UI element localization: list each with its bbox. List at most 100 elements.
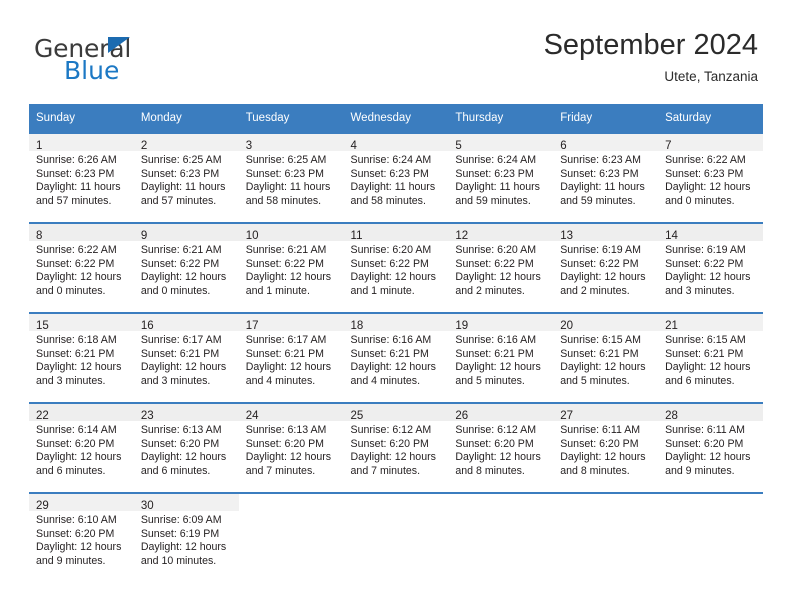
calendar-day-cell[interactable]: 14 Sunrise: 6:19 AM Sunset: 6:22 PM Dayligh… xyxy=(658,222,763,313)
calendar-day-cell[interactable]: 8 Sunrise: 6:22 AM Sunset: 6:22 PM Daylight… xyxy=(29,222,134,313)
calendar-day-cell[interactable]: 4 Sunrise: 6:24 AM Sunset: 6:23 PM Daylight… xyxy=(343,132,449,223)
day-details: Sunrise: 6:26 AM Sunset: 6:23 PM Daylight:… xyxy=(29,151,134,208)
sunset-time: Sunset: 6:20 PM xyxy=(560,437,639,450)
day-cell-body: 4 Sunrise: 6:24 AM Sunset: 6:23 PM Daylight… xyxy=(343,135,449,222)
calendar-day-cell[interactable]: 5 Sunrise: 6:24 AM Sunset: 6:23 PM Daylight… xyxy=(448,132,554,223)
sunset-time: Sunset: 6:23 PM xyxy=(665,167,744,180)
day-details: Sunrise: 6:13 AM Sunset: 6:20 PM Daylight:… xyxy=(239,421,344,478)
sunrise-time: Sunrise: 6:12 AM xyxy=(350,424,432,436)
daylight-duration-line2: and 5 minutes. xyxy=(560,374,630,387)
day-number: 7 xyxy=(665,140,672,152)
daylight-duration-line1: Daylight: 11 hours xyxy=(140,181,226,194)
daylight-duration-line1: Daylight: 12 hours xyxy=(245,271,332,284)
day-cell-body: 22 Sunrise: 6:14 AM Sunset: 6:20 PM Dayligh… xyxy=(29,405,134,492)
calendar-day-cell[interactable]: 18 Sunrise: 6:16 AM Sunset: 6:21 PM Dayligh… xyxy=(343,312,449,403)
day-cell-body: 14 Sunrise: 6:19 AM Sunset: 6:22 PM Dayligh… xyxy=(658,225,763,312)
sunset-time: Sunset: 6:20 PM xyxy=(36,437,115,450)
daylight-duration-line1: Daylight: 12 hours xyxy=(245,361,332,374)
day-number: 11 xyxy=(350,230,363,242)
daylight-duration-line1: Daylight: 12 hours xyxy=(455,361,541,374)
daylight-duration-line2: and 0 minutes. xyxy=(665,194,735,207)
calendar-day-cell[interactable]: 24 Sunrise: 6:13 AM Sunset: 6:20 PM Dayligh… xyxy=(238,402,344,493)
sunrise-time: Sunrise: 6:19 AM xyxy=(665,244,746,256)
daylight-duration-line1: Daylight: 12 hours xyxy=(140,541,227,554)
day-number: 2 xyxy=(140,140,148,152)
sunset-time: Sunset: 6:21 PM xyxy=(560,347,639,360)
calendar-day-cell[interactable]: 1 Sunrise: 6:26 AM Sunset: 6:23 PM Daylight… xyxy=(29,132,134,223)
sunset-time: Sunset: 6:21 PM xyxy=(140,347,220,360)
sunset-time: Sunset: 6:21 PM xyxy=(350,347,429,360)
calendar-day-cell[interactable]: 11 Sunrise: 6:20 AM Sunset: 6:22 PM Dayligh… xyxy=(343,222,449,313)
day-details: Sunrise: 6:19 AM Sunset: 6:22 PM Daylight:… xyxy=(658,241,763,298)
calendar-day-cell[interactable]: 23 Sunrise: 6:13 AM Sunset: 6:20 PM Dayligh… xyxy=(133,402,239,493)
day-details: Sunrise: 6:25 AM Sunset: 6:23 PM Daylight:… xyxy=(134,151,239,208)
day-cell-body: 6 Sunrise: 6:23 AM Sunset: 6:23 PM Daylight… xyxy=(553,135,659,222)
day-details: Sunrise: 6:17 AM Sunset: 6:21 PM Daylight:… xyxy=(239,331,344,388)
calendar-day-cell[interactable]: 6 Sunrise: 6:23 AM Sunset: 6:23 PM Daylight… xyxy=(553,132,659,223)
day-number-strip: 23 xyxy=(133,405,239,422)
calendar-day-cell[interactable]: 22 Sunrise: 6:14 AM Sunset: 6:20 PM Dayligh… xyxy=(29,402,134,493)
day-details: Sunrise: 6:20 AM Sunset: 6:22 PM Daylight:… xyxy=(448,241,553,298)
daylight-duration-line1: Daylight: 12 hours xyxy=(36,271,122,284)
day-cell-body: 2 Sunrise: 6:25 AM Sunset: 6:23 PM Daylight… xyxy=(133,135,239,222)
calendar-day-cell[interactable]: 13 Sunrise: 6:19 AM Sunset: 6:22 PM Dayligh… xyxy=(553,222,659,313)
calendar-day-cell[interactable]: 19 Sunrise: 6:16 AM Sunset: 6:21 PM Dayligh… xyxy=(448,312,554,403)
day-details: Sunrise: 6:24 AM Sunset: 6:23 PM Daylight:… xyxy=(448,151,553,208)
calendar-week-row: 15 Sunrise: 6:18 AM Sunset: 6:21 PM Dayligh… xyxy=(29,312,763,403)
day-number-strip: 10 xyxy=(238,225,344,242)
day-number-strip: 7 xyxy=(658,135,763,152)
day-details: Sunrise: 6:22 AM Sunset: 6:23 PM Daylight:… xyxy=(658,151,763,208)
day-cell-body: 3 Sunrise: 6:25 AM Sunset: 6:23 PM Daylight… xyxy=(238,135,344,222)
day-number: 10 xyxy=(245,230,259,242)
calendar-day-cell[interactable]: 17 Sunrise: 6:17 AM Sunset: 6:21 PM Dayligh… xyxy=(238,312,344,403)
day-number-strip: 28 xyxy=(658,405,763,422)
daylight-duration-line1: Daylight: 12 hours xyxy=(140,451,227,464)
daylight-duration-line2: and 7 minutes. xyxy=(245,464,316,477)
daylight-duration-line1: Daylight: 12 hours xyxy=(140,361,227,374)
calendar-day-cell[interactable]: 9 Sunrise: 6:21 AM Sunset: 6:22 PM Daylight… xyxy=(133,222,239,313)
calendar-day-cell[interactable]: 30 Sunrise: 6:09 AM Sunset: 6:19 PM Dayligh… xyxy=(133,492,239,582)
weekday-header-monday: Monday xyxy=(133,104,239,133)
daylight-duration-line2: and 9 minutes. xyxy=(665,464,735,477)
daylight-duration-line2: and 2 minutes. xyxy=(560,284,630,297)
day-details: Sunrise: 6:19 AM Sunset: 6:22 PM Daylight:… xyxy=(553,241,658,298)
calendar-body: 1 Sunrise: 6:26 AM Sunset: 6:23 PM Daylight… xyxy=(29,132,763,582)
weekday-header-row: Sunday Monday Tuesday Wednesday Thursday… xyxy=(29,104,763,133)
calendar-day-cell[interactable]: 16 Sunrise: 6:17 AM Sunset: 6:21 PM Dayligh… xyxy=(133,312,239,403)
calendar-day-cell[interactable]: 25 Sunrise: 6:12 AM Sunset: 6:20 PM Dayligh… xyxy=(343,402,449,493)
daylight-duration-line1: Daylight: 12 hours xyxy=(665,451,751,464)
calendar-day-cell[interactable]: 26 Sunrise: 6:12 AM Sunset: 6:20 PM Dayligh… xyxy=(448,402,554,493)
sunrise-time: Sunrise: 6:11 AM xyxy=(560,424,641,436)
sunrise-time: Sunrise: 6:11 AM xyxy=(665,424,745,436)
day-number: 1 xyxy=(36,140,43,152)
sunrise-time: Sunrise: 6:23 AM xyxy=(560,154,641,166)
daylight-duration-line2: and 1 minute. xyxy=(245,284,310,297)
daylight-duration-line1: Daylight: 12 hours xyxy=(560,361,646,374)
day-number: 22 xyxy=(36,410,49,422)
calendar-day-cell[interactable]: 20 Sunrise: 6:15 AM Sunset: 6:21 PM Dayligh… xyxy=(553,312,659,403)
calendar-day-cell[interactable]: 7 Sunrise: 6:22 AM Sunset: 6:23 PM Daylight… xyxy=(658,132,763,223)
daylight-duration-line1: Daylight: 12 hours xyxy=(350,361,436,374)
calendar-day-cell[interactable]: 21 Sunrise: 6:15 AM Sunset: 6:21 PM Dayligh… xyxy=(658,312,763,403)
day-details: Sunrise: 6:11 AM Sunset: 6:20 PM Daylight:… xyxy=(553,421,658,478)
sunrise-time: Sunrise: 6:15 AM xyxy=(665,334,746,346)
day-number: 19 xyxy=(455,320,469,332)
calendar-day-cell[interactable]: 28 Sunrise: 6:11 AM Sunset: 6:20 PM Dayligh… xyxy=(658,402,763,493)
calendar-day-cell[interactable]: 27 Sunrise: 6:11 AM Sunset: 6:20 PM Dayligh… xyxy=(553,402,659,493)
empty-cell-body xyxy=(448,495,553,582)
day-details: Sunrise: 6:14 AM Sunset: 6:20 PM Daylight:… xyxy=(29,421,134,478)
calendar-day-cell[interactable]: 2 Sunrise: 6:25 AM Sunset: 6:23 PM Daylight… xyxy=(133,132,239,223)
calendar-day-cell[interactable]: 12 Sunrise: 6:20 AM Sunset: 6:22 PM Dayligh… xyxy=(448,222,554,313)
calendar-day-cell[interactable]: 15 Sunrise: 6:18 AM Sunset: 6:21 PM Dayligh… xyxy=(29,312,134,403)
day-cell-body: 28 Sunrise: 6:11 AM Sunset: 6:20 PM Dayligh… xyxy=(658,405,763,492)
sunrise-time: Sunrise: 6:12 AM xyxy=(455,424,537,436)
calendar-day-cell[interactable]: 10 Sunrise: 6:21 AM Sunset: 6:22 PM Dayligh… xyxy=(238,222,344,313)
calendar-day-cell[interactable]: 29 Sunrise: 6:10 AM Sunset: 6:20 PM Dayligh… xyxy=(29,492,134,582)
sunrise-time: Sunrise: 6:21 AM xyxy=(140,244,222,256)
calendar-day-cell[interactable]: 3 Sunrise: 6:25 AM Sunset: 6:23 PM Daylight… xyxy=(238,132,344,223)
daylight-duration-line2: and 0 minutes. xyxy=(36,284,106,297)
day-number: 15 xyxy=(36,320,49,332)
sunrise-time: Sunrise: 6:24 AM xyxy=(350,154,432,166)
day-number-strip: 25 xyxy=(343,405,449,422)
day-cell-body: 23 Sunrise: 6:13 AM Sunset: 6:20 PM Dayligh… xyxy=(133,405,239,492)
